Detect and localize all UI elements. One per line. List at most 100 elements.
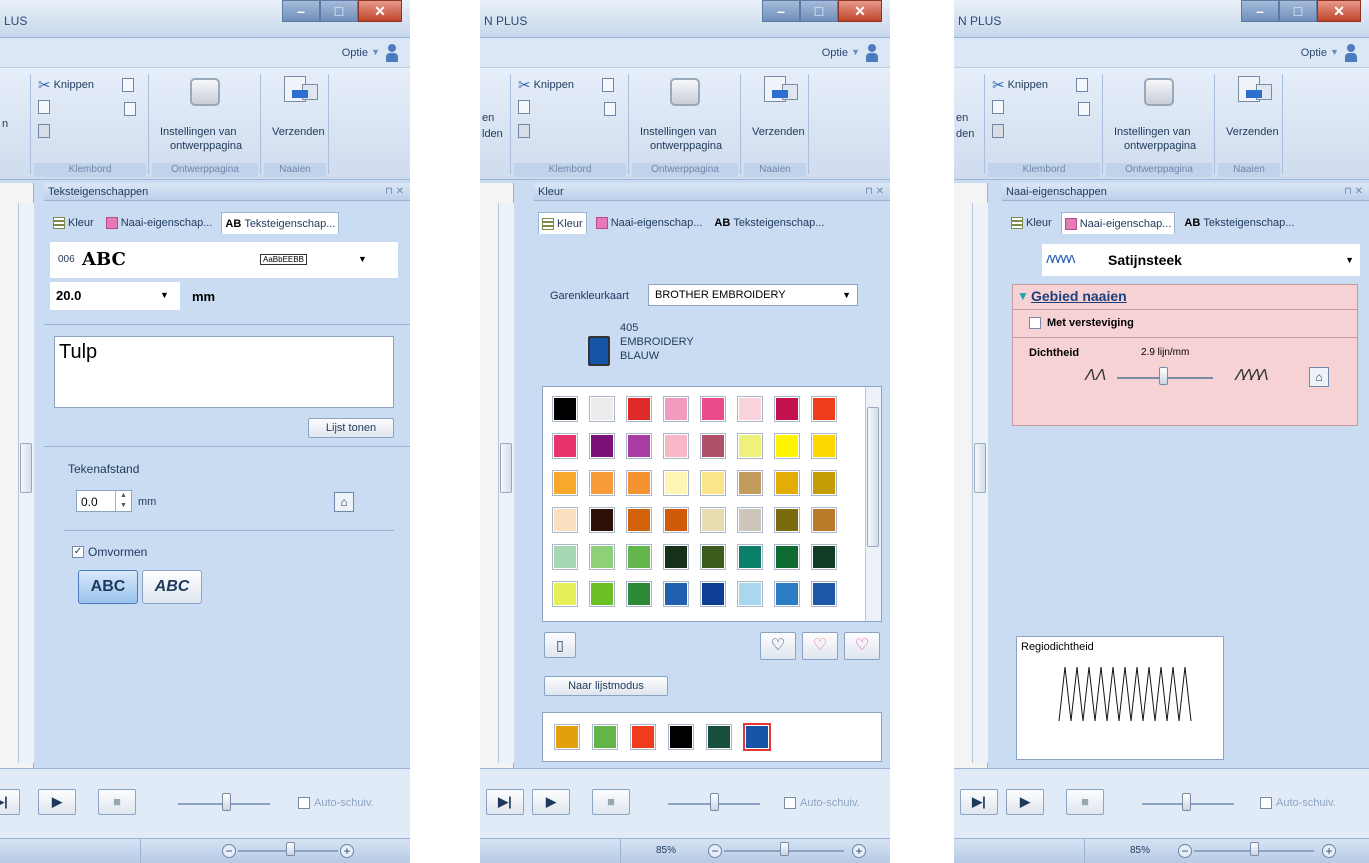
- color-swatch[interactable]: [737, 581, 763, 607]
- scrollbar-thumb[interactable]: [500, 443, 512, 493]
- auto-scroll-checkbox[interactable]: [1260, 797, 1272, 809]
- tab-color[interactable]: Kleur: [50, 212, 97, 234]
- play-button[interactable]: ▶: [1006, 789, 1044, 815]
- chevron-down-icon[interactable]: ▼: [371, 47, 380, 57]
- pin-close-icon[interactable]: ⊓ ✕: [1344, 183, 1363, 201]
- heart-pink-icon[interactable]: ♡: [844, 632, 880, 660]
- tab-sew[interactable]: Naai-eigenschap...: [1060, 212, 1176, 234]
- color-palette[interactable]: [542, 386, 882, 622]
- color-swatch[interactable]: [663, 507, 689, 533]
- color-swatch[interactable]: [589, 470, 615, 496]
- page-settings-icon[interactable]: [190, 78, 220, 106]
- color-swatch[interactable]: [663, 544, 689, 570]
- color-swatch[interactable]: [589, 507, 615, 533]
- color-swatch[interactable]: [552, 544, 578, 570]
- color-swatch[interactable]: [737, 507, 763, 533]
- play-button[interactable]: ▶: [38, 789, 76, 815]
- show-list-button[interactable]: Lijst tonen: [308, 418, 394, 438]
- auto-scroll-checkbox[interactable]: [784, 797, 796, 809]
- color-swatch[interactable]: [811, 507, 837, 533]
- step-forward-button[interactable]: ▶|: [960, 789, 998, 815]
- copy-small-icon[interactable]: [518, 100, 530, 114]
- color-swatch[interactable]: [774, 396, 800, 422]
- design-canvas-edge[interactable]: [480, 183, 514, 768]
- color-swatch[interactable]: [626, 396, 652, 422]
- recent-color-swatch[interactable]: [743, 723, 771, 751]
- user-icon[interactable]: [866, 44, 878, 62]
- vertical-scrollbar[interactable]: [972, 203, 988, 763]
- pin-close-icon[interactable]: ⊓ ✕: [865, 183, 884, 201]
- heart-outline-icon[interactable]: ♡: [802, 632, 838, 660]
- auto-scroll-checkbox[interactable]: [298, 797, 310, 809]
- color-swatch[interactable]: [589, 433, 615, 459]
- speed-slider-thumb[interactable]: [222, 793, 231, 811]
- color-swatch[interactable]: [626, 544, 652, 570]
- color-swatch[interactable]: [663, 470, 689, 496]
- color-swatch[interactable]: [626, 433, 652, 459]
- send-icon[interactable]: [284, 76, 318, 106]
- chevron-down-icon[interactable]: ▼: [1330, 47, 1339, 57]
- thread-list-icon[interactable]: ▯: [544, 632, 576, 658]
- page-settings-label-2[interactable]: ontwerppagina: [650, 140, 722, 152]
- palette-scrollbar-thumb[interactable]: [867, 407, 879, 547]
- copy-icon[interactable]: [1076, 78, 1088, 92]
- home-default-icon[interactable]: ⌂: [1309, 367, 1329, 387]
- size-select[interactable]: 20.0 ▼: [50, 282, 180, 310]
- chevron-down-icon[interactable]: ▼: [358, 254, 367, 264]
- step-forward-button[interactable]: ▶|: [486, 789, 524, 815]
- stop-button[interactable]: ■: [592, 789, 630, 815]
- tab-color[interactable]: Kleur: [538, 212, 587, 234]
- color-swatch[interactable]: [589, 581, 615, 607]
- zoom-slider-thumb[interactable]: [286, 842, 295, 856]
- paste-icon[interactable]: [604, 102, 616, 116]
- maximize-button[interactable]: □: [320, 0, 358, 22]
- close-button[interactable]: ✕: [358, 0, 402, 22]
- zoom-slider-thumb[interactable]: [1250, 842, 1259, 856]
- cut-button[interactable]: ✂ Knippen: [992, 76, 1048, 94]
- page-settings-label-2[interactable]: ontwerppagina: [170, 140, 242, 152]
- user-icon[interactable]: [386, 44, 398, 62]
- page-settings-icon[interactable]: [1144, 78, 1174, 106]
- chevron-down-icon[interactable]: ▼: [160, 290, 169, 300]
- color-swatch[interactable]: [663, 396, 689, 422]
- color-swatch[interactable]: [774, 507, 800, 533]
- close-button[interactable]: ✕: [1317, 0, 1361, 22]
- color-swatch[interactable]: [663, 581, 689, 607]
- tab-sew[interactable]: Naai-eigenschap...: [103, 212, 216, 234]
- page-settings-icon[interactable]: [670, 78, 700, 106]
- color-swatch[interactable]: [589, 544, 615, 570]
- send-button[interactable]: Verzenden: [1226, 126, 1279, 138]
- reinforce-checkbox[interactable]: [1029, 317, 1041, 329]
- zoom-in-icon[interactable]: +: [1322, 844, 1336, 858]
- color-swatch[interactable]: [737, 396, 763, 422]
- zoom-out-icon[interactable]: −: [222, 844, 236, 858]
- send-button[interactable]: Verzenden: [752, 126, 805, 138]
- page-settings-label-1[interactable]: Instellingen van: [1114, 126, 1190, 138]
- color-swatch[interactable]: [774, 470, 800, 496]
- copy-small-icon[interactable]: [992, 100, 1004, 114]
- copy-small-icon[interactable]: [38, 100, 50, 114]
- zoom-in-icon[interactable]: +: [340, 844, 354, 858]
- zoom-out-icon[interactable]: −: [1178, 844, 1192, 858]
- stop-button[interactable]: ■: [1066, 789, 1104, 815]
- text-input[interactable]: Tulp: [54, 336, 394, 408]
- color-swatch[interactable]: [700, 581, 726, 607]
- color-swatch[interactable]: [737, 433, 763, 459]
- cut-button[interactable]: ✂ Knippen: [38, 76, 94, 94]
- color-swatch[interactable]: [811, 433, 837, 459]
- tab-color[interactable]: Kleur: [1008, 212, 1055, 234]
- pin-close-icon[interactable]: ⊓ ✕: [385, 183, 404, 201]
- tab-text[interactable]: AB Teksteigenschap...: [711, 212, 827, 234]
- color-swatch[interactable]: [700, 470, 726, 496]
- scrollbar-thumb[interactable]: [974, 443, 986, 493]
- copy-icon[interactable]: [602, 78, 614, 92]
- vertical-scrollbar[interactable]: [498, 203, 514, 763]
- paste-icon[interactable]: [124, 102, 136, 116]
- font-select[interactable]: 006 ABC AaBbEEBB ▼: [50, 242, 398, 278]
- recent-color-swatch[interactable]: [592, 724, 618, 750]
- copy-icon[interactable]: [122, 78, 134, 92]
- color-swatch[interactable]: [552, 396, 578, 422]
- close-button[interactable]: ✕: [838, 0, 882, 22]
- chevron-down-icon[interactable]: ▼: [842, 290, 851, 300]
- section-title[interactable]: Gebied naaien: [1031, 288, 1127, 304]
